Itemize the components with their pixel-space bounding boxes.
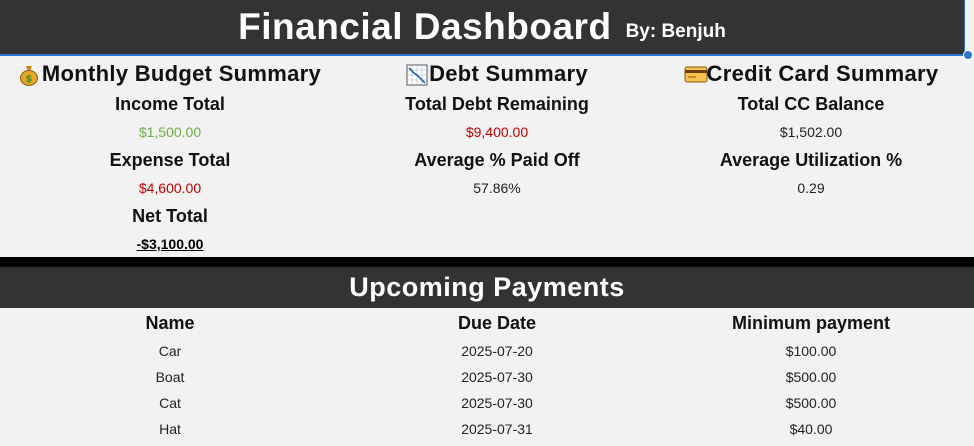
payment-name-cell[interactable]: Cat: [0, 395, 340, 411]
dashboard-title-cell[interactable]: Financial Dashboard By: Benjuh: [0, 0, 965, 56]
credit-summary-title: Credit Card Summary: [706, 61, 939, 86]
credit-summary-heading[interactable]: Credit Card Summary: [641, 58, 974, 90]
upcoming-payments-table: Name Due Date Minimum payment Car 2025-0…: [0, 308, 974, 442]
payment-due-cell[interactable]: 2025-07-31: [327, 421, 667, 437]
payment-name-cell[interactable]: Boat: [0, 369, 340, 385]
payment-due-cell[interactable]: 2025-07-20: [327, 343, 667, 359]
budget-summary-heading[interactable]: $ Monthly Budget Summary: [0, 58, 340, 90]
table-row: Boat 2025-07-30 $500.00: [0, 364, 974, 390]
debt-remaining-value[interactable]: $9,400.00: [327, 119, 667, 146]
section-divider: [0, 257, 974, 267]
column-header-minimum-payment[interactable]: Minimum payment: [641, 313, 974, 334]
debt-remaining-label[interactable]: Total Debt Remaining: [327, 90, 667, 119]
credit-card-icon: [684, 64, 708, 84]
upcoming-payments-title: Upcoming Payments: [349, 272, 625, 302]
payment-min-cell[interactable]: $100.00: [641, 343, 974, 359]
table-header-row: Name Due Date Minimum payment: [0, 308, 974, 338]
money-bag-icon: $: [19, 64, 39, 86]
budget-summary-section: $ Monthly Budget Summary Income Total $1…: [0, 58, 340, 258]
table-row: Cat 2025-07-30 $500.00: [0, 390, 974, 416]
cc-balance-value[interactable]: $1,502.00: [641, 119, 974, 146]
payment-name-cell[interactable]: Hat: [0, 421, 340, 437]
payment-min-cell[interactable]: $500.00: [641, 369, 974, 385]
net-total-value[interactable]: -$3,100.00: [0, 231, 340, 258]
expense-total-value[interactable]: $4,600.00: [0, 175, 340, 202]
svg-text:$: $: [25, 74, 32, 85]
payment-min-cell[interactable]: $40.00: [641, 421, 974, 437]
avg-paid-off-value[interactable]: 57.86%: [327, 175, 667, 202]
payment-min-cell[interactable]: $500.00: [641, 395, 974, 411]
utilization-value[interactable]: 0.29: [641, 175, 974, 202]
debt-summary-title: Debt Summary: [429, 61, 588, 86]
budget-summary-title: Monthly Budget Summary: [41, 61, 322, 86]
chart-decreasing-icon: [406, 64, 428, 86]
avg-paid-off-label[interactable]: Average % Paid Off: [327, 146, 667, 175]
credit-summary-section: Credit Card Summary Total CC Balance $1,…: [641, 58, 974, 202]
page-title: Financial Dashboard: [238, 6, 612, 47]
utilization-label[interactable]: Average Utilization %: [641, 146, 974, 175]
payment-due-cell[interactable]: 2025-07-30: [327, 369, 667, 385]
column-header-due-date[interactable]: Due Date: [327, 313, 667, 334]
debt-summary-heading[interactable]: Debt Summary: [327, 58, 667, 90]
page-subtitle: By: Benjuh: [625, 21, 726, 42]
payment-name-cell[interactable]: Car: [0, 343, 340, 359]
payment-due-cell[interactable]: 2025-07-30: [327, 395, 667, 411]
expense-total-label[interactable]: Expense Total: [0, 146, 340, 175]
income-total-value[interactable]: $1,500.00: [0, 119, 340, 146]
table-row: Hat 2025-07-31 $40.00: [0, 416, 974, 442]
column-header-name[interactable]: Name: [0, 313, 340, 334]
table-row: Car 2025-07-20 $100.00: [0, 338, 974, 364]
upcoming-payments-header[interactable]: Upcoming Payments: [0, 267, 974, 308]
income-total-label[interactable]: Income Total: [0, 90, 340, 119]
net-total-label[interactable]: Net Total: [0, 202, 340, 231]
debt-summary-section: Debt Summary Total Debt Remaining $9,400…: [327, 58, 667, 202]
cc-balance-label[interactable]: Total CC Balance: [641, 90, 974, 119]
